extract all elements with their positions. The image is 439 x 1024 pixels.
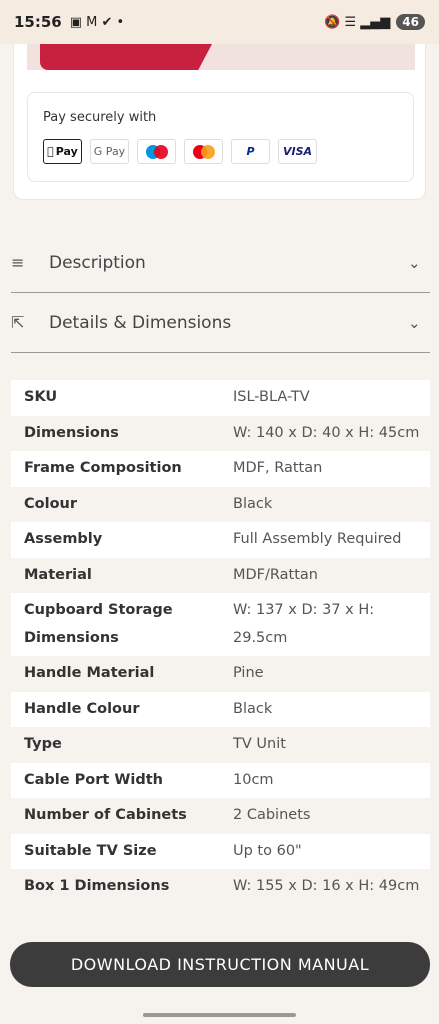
system-icons: 🔕 ☰ ▂▄▆ 46 <box>324 14 425 30</box>
status-bar: 15:56 ▣ M ✔ • 🔕 ☰ ▂▄▆ 46 <box>0 0 439 44</box>
expand-icon: ⇱ <box>11 313 25 332</box>
payment-methods-box: Pay securely with Pay G Pay P VISA <box>27 92 414 182</box>
spec-row: Colour Black <box>24 495 273 512</box>
apple-pay-icon: Pay <box>43 139 82 164</box>
add-to-basket-button[interactable] <box>40 44 212 70</box>
description-label: Description <box>49 252 146 273</box>
lines-icon: ≡ <box>11 253 25 272</box>
pay-securely-label: Pay securely with <box>43 110 157 125</box>
spec-row: Cupboard Storage Dimensions W: 137 x D: 3… <box>11 593 430 656</box>
notification-icons: ▣ M ✔ • <box>69 14 125 30</box>
spec-row: Material MDF/Rattan <box>24 566 318 583</box>
spec-row: Handle Material Pine <box>24 665 264 681</box>
spec-row: Number of Cabinets 2 Cabinets <box>24 807 311 823</box>
details-label: Details & Dimensions <box>49 312 232 333</box>
download-manual-button[interactable]: DOWNLOAD INSTRUCTION MANUAL <box>10 942 430 987</box>
mastercard-icon <box>184 139 223 164</box>
paypal-icon: P <box>231 139 270 164</box>
spec-row: SKU ISL-BLA-TV <box>11 380 430 416</box>
home-indicator[interactable] <box>143 1013 296 1017</box>
visa-icon: VISA <box>278 139 317 164</box>
chevron-down-icon: ⌄ <box>408 253 421 272</box>
spec-row: Cable Port Width 10cm <box>11 762 430 798</box>
spec-row: Dimensions W: 140 x D: 40 x H: 45cm <box>24 424 420 441</box>
spec-row: Type TV Unit <box>24 736 286 752</box>
specs-table: SKU ISL-BLA-TV Dimensions W: 140 x D: 40 x… <box>11 380 430 905</box>
add-to-basket-strip <box>27 44 415 70</box>
spec-row: Box 1 Dimensions W: 155 x D: 16 x H: 49cm <box>24 878 420 894</box>
status-time: 15:56 <box>14 13 62 31</box>
spec-row: Frame Composition MDF, Rattan <box>11 451 430 487</box>
spec-row: Assembly Full Assembly Required <box>11 522 430 558</box>
payment-icons: Pay G Pay P VISA <box>43 139 317 164</box>
battery-icon: 46 <box>396 14 425 30</box>
spec-row: Suitable TV Size Up to 60" <box>11 833 430 869</box>
signal-icons: 🔕 ☰ ▂▄▆ <box>324 14 391 30</box>
maestro-icon <box>137 139 176 164</box>
description-accordion[interactable]: ≡ Description ⌄ <box>11 233 430 293</box>
details-accordion[interactable]: ⇱ Details & Dimensions ⌄ <box>11 293 430 353</box>
google-pay-icon: G Pay <box>90 139 129 164</box>
spec-row: Handle Colour Black <box>11 691 430 727</box>
chevron-down-icon: ⌄ <box>408 313 421 332</box>
product-card: Pay securely with Pay G Pay P VISA <box>13 44 426 200</box>
